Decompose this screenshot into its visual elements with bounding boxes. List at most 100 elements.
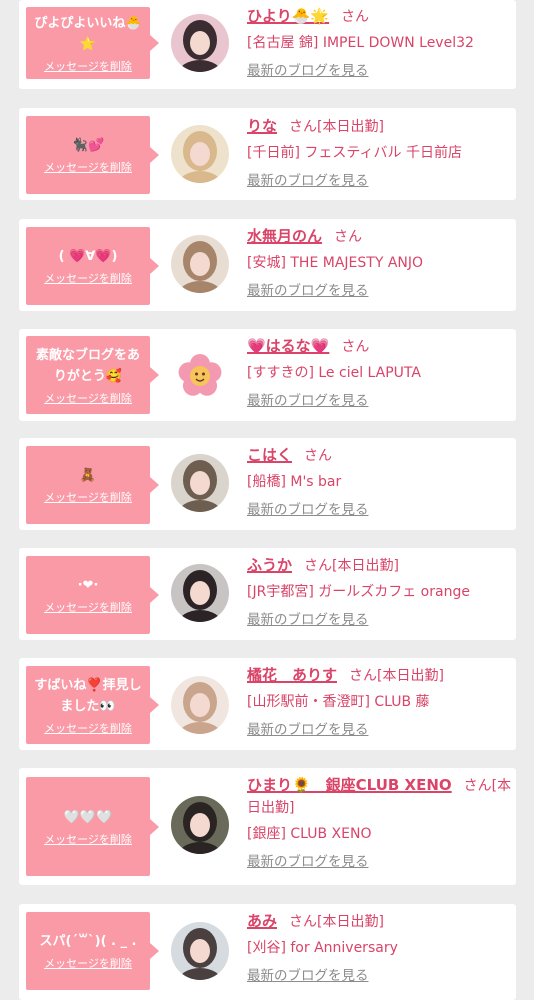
message-bubble: ( 💗∀💗) メッセージを削除 [26,227,159,305]
girl-info: りな さん[本日出勤] [千日前] フェスティバル 千日前店最新のブログを見る [247,115,512,192]
girl-name-link[interactable]: ひまり🌻 銀座CLUB XENO [247,776,452,794]
shop-name: [名古屋 錦] IMPEL DOWN Level32 [247,35,474,51]
avatar[interactable] [171,564,229,622]
honorific: さん [334,229,363,245]
message-card: ぴよぴよいいね🐣⭐ メッセージを削除 ひより🐣🌟 さん [名古屋 錦] IMPEL DO… [19,0,516,89]
girl-info: 橘花 ありす さん[本日出勤] [山形駅前・香澄町] CLUB 藤最新のブログを見る [247,664,512,741]
avatar[interactable] [171,14,229,72]
flower-avatar-icon[interactable] [171,346,229,404]
message-bubble: すばいね❣️拝見しました👀 メッセージを削除 [26,666,159,744]
message-card: 🧸 メッセージを削除 こはく さん [船橋] M's bar 最新のブログを見る [19,438,516,530]
shop-name: [銀座] CLUB XENO [247,826,372,842]
avatar[interactable] [171,922,229,980]
avatar[interactable] [171,454,229,512]
message-card: 🤍🤍🤍 メッセージを削除 ひまり🌻 銀座CLUB XENO さん[本日出勤] [銀座] … [19,768,516,885]
delete-message-link[interactable]: メッセージを削除 [44,489,132,505]
shop-name: [山形駅前・香澄町] CLUB 藤 [247,694,430,710]
message-card: 素敵なブログをありがとう🥰 メッセージを削除 💗はるな💗 さん [すすきの] Le ci… [19,329,516,421]
avatar[interactable] [171,125,229,183]
girl-name-link[interactable]: ひより🐣🌟 [247,7,329,25]
name-line: こはく さん [247,444,512,467]
name-line: ひより🐣🌟 さん [247,5,512,28]
delete-message-link[interactable]: メッセージを削除 [44,955,132,971]
girl-info: ふうか さん[本日出勤] [JR宇都宮] ガールズカフェ orange 最新のブログを… [247,554,512,631]
message-text: ·❤· [77,578,99,593]
girl-name-link[interactable]: 橘花 ありす [247,666,337,684]
delete-message-link[interactable]: メッセージを削除 [44,831,132,847]
honorific: さん [289,914,318,930]
girl-info: ひまり🌻 銀座CLUB XENO さん[本日出勤] [銀座] CLUB XENO 最新… [247,774,512,873]
working-today-badge: [本日出勤] [332,558,399,574]
message-text: 🐈‍⬛💕 [71,138,105,153]
name-line: ひまり🌻 銀座CLUB XENO さん[本日出勤] [247,774,512,819]
message-card: スパ(ˊ꒳ˋ)( . _ . メッセージを削除 あみ さん[本日出勤] [刈谷] for… [19,904,516,1000]
name-line: 水無月のん さん [247,225,512,248]
message-card: ·❤· メッセージを削除 ふうか さん[本日出勤] [JR宇都宮] ガールズカフェ or… [19,548,516,640]
message-text: ( 💗∀💗) [58,249,118,264]
name-line: ふうか さん[本日出勤] [247,554,512,577]
message-text: 🧸 [79,468,97,483]
message-bubble: 🤍🤍🤍 メッセージを削除 [26,777,159,876]
message-card: 🐈‍⬛💕 メッセージを削除 りな さん[本日出勤] [千日前] フェスティバル 千日前店… [19,108,516,200]
message-bubble: 🧸 メッセージを削除 [26,446,159,524]
girl-name-link[interactable]: こはく [247,446,292,464]
girl-name-link[interactable]: ふうか [247,556,292,574]
message-bubble: ぴよぴよいいね🐣⭐ メッセージを削除 [26,7,159,79]
shop-name: [千日前] フェスティバル 千日前店 [247,145,462,161]
honorific: さん [289,119,318,135]
avatar[interactable] [171,676,229,734]
girl-name-link[interactable]: りな [247,117,277,135]
shop-name: [刈谷] for Anniversary [247,940,398,956]
latest-blog-link[interactable]: 最新のブログを見る [247,170,512,192]
latest-blog-link[interactable]: 最新のブログを見る [247,719,512,741]
message-bubble: 🐈‍⬛💕 メッセージを削除 [26,116,159,194]
latest-blog-link[interactable]: 最新のブログを見る [247,280,512,302]
name-line: 橘花 ありす さん[本日出勤] [247,664,512,687]
message-text: ぴよぴよいいね🐣⭐ [34,15,142,52]
name-line: りな さん[本日出勤] [247,115,512,138]
name-line: 💗はるな💗 さん [247,335,512,358]
honorific: さん [341,9,370,25]
avatar[interactable] [171,235,229,293]
girl-info: ひより🐣🌟 さん [名古屋 錦] IMPEL DOWN Level32 最新のブログを… [247,5,512,82]
latest-blog-link[interactable]: 最新のブログを見る [247,965,512,987]
message-text: すばいね❣️拝見しました👀 [34,677,142,714]
honorific: さん [304,558,333,574]
honorific: さん [463,778,492,794]
latest-blog-link[interactable]: 最新のブログを見る [247,390,512,412]
girl-name-link[interactable]: 💗はるな💗 [247,337,329,355]
message-text: 🤍🤍🤍 [63,809,113,825]
latest-blog-link[interactable]: 最新のブログを見る [247,60,512,82]
girl-name-link[interactable]: 水無月のん [247,227,322,245]
honorific: さん [349,668,378,684]
message-text: 素敵なブログをありがとう🥰 [35,347,140,384]
delete-message-link[interactable]: メッセージを削除 [44,390,132,406]
shop-name: [JR宇都宮] ガールズカフェ orange [247,584,470,600]
delete-message-link[interactable]: メッセージを削除 [44,720,132,736]
delete-message-link[interactable]: メッセージを削除 [44,599,132,615]
working-today-badge: [本日出勤] [377,668,444,684]
delete-message-link[interactable]: メッセージを削除 [44,270,132,286]
message-card: すばいね❣️拝見しました👀 メッセージを削除 橘花 ありす さん[本日出勤] [山形駅前… [19,658,516,750]
girl-info: 💗はるな💗 さん [すすきの] Le ciel LAPUTA 最新のブログを見る [247,335,512,412]
latest-blog-link[interactable]: 最新のブログを見る [247,499,512,521]
girl-info: 水無月のん さん [安城] THE MAJESTY ANJO 最新のブログを見る [247,225,512,302]
message-card: ( 💗∀💗) メッセージを削除 水無月のん さん [安城] THE MAJESTY AN… [19,219,516,311]
message-list: ぴよぴよいいね🐣⭐ メッセージを削除 ひより🐣🌟 さん [名古屋 錦] IMPEL DO… [0,0,534,1000]
latest-blog-link[interactable]: 最新のブログを見る [247,609,512,631]
working-today-badge: [本日出勤] [317,914,384,930]
message-bubble: ·❤· メッセージを削除 [26,556,159,634]
shop-name: [すすきの] Le ciel LAPUTA [247,365,421,381]
message-bubble: スパ(ˊ꒳ˋ)( . _ . メッセージを削除 [26,912,159,990]
avatar[interactable] [171,796,229,854]
delete-message-link[interactable]: メッセージを削除 [44,58,132,74]
honorific: さん [341,339,370,355]
girl-name-link[interactable]: あみ [247,912,277,930]
shop-name: [船橋] M's bar [247,474,342,490]
message-bubble: 素敵なブログをありがとう🥰 メッセージを削除 [26,336,159,414]
name-line: あみ さん[本日出勤] [247,910,512,933]
honorific: さん [304,448,333,464]
latest-blog-link[interactable]: 最新のブログを見る [247,851,512,873]
shop-name: [安城] THE MAJESTY ANJO [247,255,424,271]
delete-message-link[interactable]: メッセージを削除 [44,159,132,175]
